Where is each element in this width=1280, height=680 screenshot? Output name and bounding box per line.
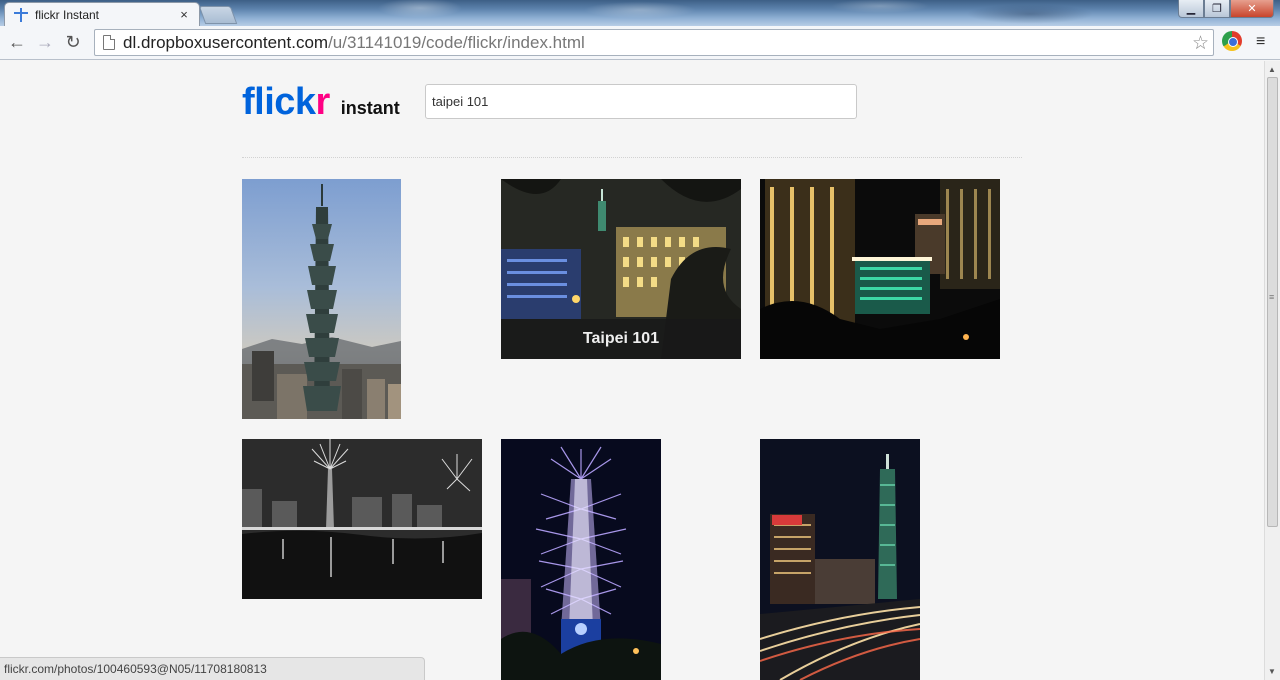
search-input[interactable] <box>425 84 857 119</box>
browser-toolbar: ← → ↻ dl.dropboxusercontent.com/u/311410… <box>0 26 1280 60</box>
vertical-scrollbar[interactable]: ▲ ▼ <box>1264 61 1280 680</box>
photo-thumbnail[interactable] <box>760 179 1000 359</box>
back-icon[interactable]: ← <box>6 32 28 54</box>
photo-image <box>242 439 482 599</box>
tab-title: flickr Instant <box>35 7 100 22</box>
url-path: /u/31141019/code/flickr/index.html <box>328 32 585 52</box>
maximize-button[interactable]: ❐ <box>1204 0 1230 18</box>
photo-caption: Taipei 101 <box>501 319 741 359</box>
flickr-favicon-icon <box>13 7 29 23</box>
photo-thumbnail[interactable] <box>242 439 482 599</box>
close-window-button[interactable]: ✕ <box>1230 0 1274 18</box>
url-host: dl.dropboxusercontent.com <box>123 32 329 52</box>
new-tab-button[interactable] <box>198 6 238 24</box>
page-icon <box>103 35 115 50</box>
logo-flick: flick <box>242 81 316 123</box>
photo-image <box>242 184 401 419</box>
flickr-instant-logo: flickr instant <box>242 81 400 124</box>
scroll-up-icon[interactable]: ▲ <box>1268 65 1276 74</box>
photo-image <box>501 439 661 680</box>
photo-thumbnail[interactable] <box>760 439 920 680</box>
status-bar: flickr.com/photos/100460593@N05/11708180… <box>0 657 425 680</box>
forward-icon[interactable]: → <box>34 32 56 54</box>
scroll-thumb[interactable] <box>1267 77 1278 527</box>
page-viewport: flickr instant taipei 101 Taipei 101 <box>0 61 1264 680</box>
photo-image <box>760 439 920 680</box>
browser-tab[interactable]: flickr Instant × <box>4 2 200 26</box>
scroll-down-icon[interactable]: ▼ <box>1268 667 1276 676</box>
logo-r: r <box>315 81 331 123</box>
photo-thumbnail[interactable] <box>242 179 401 419</box>
bookmark-star-icon[interactable]: ☆ <box>1192 32 1209 55</box>
close-tab-icon[interactable]: × <box>177 7 191 22</box>
photo-thumbnail[interactable] <box>501 439 661 680</box>
menu-icon[interactable]: ≡ <box>1256 34 1270 50</box>
reload-icon[interactable]: ↻ <box>62 32 84 54</box>
header-divider <box>242 157 1022 158</box>
photo-image <box>760 179 1000 359</box>
address-bar[interactable]: dl.dropboxusercontent.com/u/31141019/cod… <box>94 29 1214 56</box>
window-titlebar: flickr Instant × ▁ ❐ ✕ <box>0 0 1280 26</box>
photo-thumbnail[interactable]: Taipei 101 <box>501 179 741 359</box>
minimize-button[interactable]: ▁ <box>1178 0 1204 18</box>
window-controls: ▁ ❐ ✕ <box>1178 0 1274 18</box>
extension-icon[interactable] <box>1222 31 1242 51</box>
logo-instant: instant <box>340 98 400 118</box>
